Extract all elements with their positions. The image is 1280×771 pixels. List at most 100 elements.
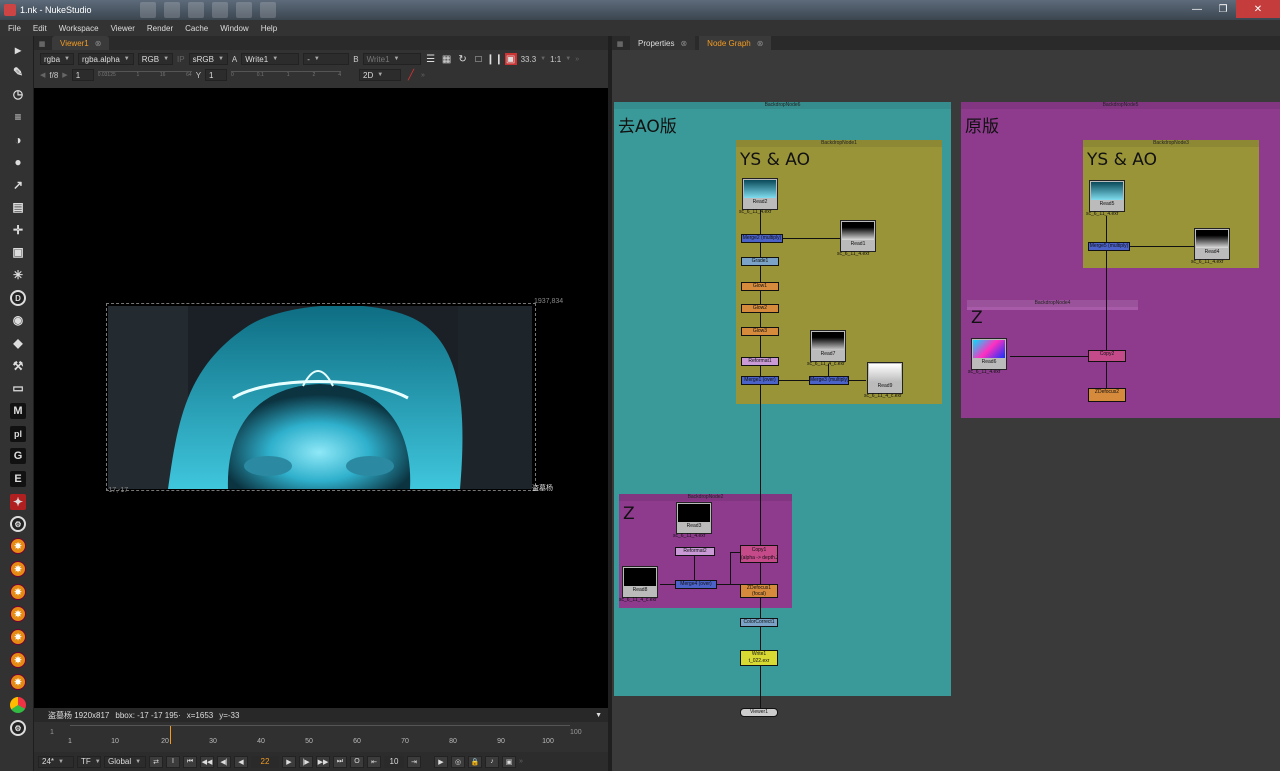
audio-icon[interactable]: ♪ bbox=[485, 755, 499, 768]
merge4-node[interactable]: Merge4 (over) bbox=[675, 580, 717, 589]
close-button[interactable]: ✕ bbox=[1236, 0, 1280, 18]
close-tab-icon[interactable]: ⊗ bbox=[680, 39, 687, 48]
plugin-orange-icon[interactable]: ✵ bbox=[10, 561, 26, 577]
wipe-mode-dropdown[interactable]: - ▼ bbox=[303, 53, 350, 65]
range-dropdown[interactable]: Global ▼ bbox=[104, 755, 146, 768]
metadata-icon[interactable]: ◆ bbox=[10, 335, 26, 351]
read2-node[interactable]: Read2 sc_6_11_4.exr bbox=[739, 178, 778, 215]
triangle-left-icon[interactable]: ◀ bbox=[40, 71, 45, 79]
read5-node[interactable]: Read5 sc_6_11_4.exr bbox=[1086, 180, 1125, 217]
close-tab-icon[interactable]: ⊗ bbox=[95, 39, 102, 48]
zoom-value[interactable]: 33.3 bbox=[521, 55, 537, 64]
skip-back-icon[interactable]: ⇤ bbox=[367, 755, 381, 768]
gamma-slider[interactable]: 0 0.1 1 2 4 bbox=[231, 71, 342, 79]
loop-icon[interactable]: ⇄ bbox=[149, 755, 163, 768]
read6-node[interactable]: Read6 sc_6_11_4.exr bbox=[968, 338, 1007, 375]
copy1-node[interactable]: Copy1 (alpha -> depth.Z) bbox=[740, 545, 778, 563]
read1-node[interactable]: Read1 sc_6_11_4.exr bbox=[837, 220, 876, 257]
read9-node[interactable]: Read9 sc_6_11_4_c.exr bbox=[864, 362, 903, 399]
color-wheel-icon[interactable] bbox=[10, 697, 26, 713]
expand-icon[interactable]: » bbox=[519, 758, 523, 765]
node-graph-canvas[interactable]: BackdropNode6 去AO版 BackdropNode1 YS & AO… bbox=[612, 50, 1280, 771]
color-icon[interactable]: ◑ bbox=[10, 132, 26, 148]
plugin-orange-icon[interactable]: ✵ bbox=[10, 584, 26, 600]
filter-icon[interactable]: ● bbox=[10, 154, 26, 170]
next-frame-icon[interactable]: |▶ bbox=[299, 755, 313, 768]
menu-window[interactable]: Window bbox=[220, 24, 248, 33]
current-frame-field[interactable]: 22 bbox=[251, 755, 279, 768]
glow1-node[interactable]: Glow1 bbox=[741, 282, 779, 291]
merge2-node[interactable]: Merge2 (multiply) bbox=[741, 234, 783, 243]
color-picker-icon[interactable]: ╱ bbox=[405, 69, 417, 81]
timeline-end[interactable]: 100 bbox=[570, 729, 582, 736]
refresh-icon[interactable]: ↻ bbox=[457, 53, 469, 65]
plugin-orange-icon[interactable]: ✵ bbox=[10, 606, 26, 622]
prev-frame-icon[interactable]: ◀| bbox=[217, 755, 231, 768]
keyer-icon[interactable]: ↗ bbox=[10, 177, 26, 193]
chevron-down-icon[interactable]: ▼ bbox=[565, 56, 571, 62]
read8-node[interactable]: Read8 sc_6_11_4_c.exr bbox=[619, 566, 658, 603]
copy2-node[interactable]: Copy2 bbox=[1088, 350, 1126, 362]
viewer-canvas[interactable]: 1937,834 -17,-17 盗墓杨 bbox=[34, 88, 608, 742]
menu-viewer[interactable]: Viewer bbox=[111, 24, 135, 33]
merge3-node[interactable]: Merge3 (multiply) bbox=[809, 376, 849, 385]
first-frame-icon[interactable]: ⏮ bbox=[183, 755, 197, 768]
g-plugin-icon[interactable]: G bbox=[10, 448, 26, 464]
timeline-ruler[interactable]: 1 10 20 30 40 50 60 70 80 90 100 bbox=[68, 725, 570, 745]
deep-icon[interactable]: D bbox=[10, 290, 26, 306]
expand-icon[interactable]: » bbox=[575, 56, 579, 63]
minimize-button[interactable]: — bbox=[1184, 0, 1210, 18]
zdefocus2-node[interactable]: ZDefocus2 bbox=[1088, 388, 1126, 402]
merge5-node[interactable]: Merge5 (multiply) bbox=[1088, 242, 1130, 251]
fstop-value[interactable]: f/8 bbox=[49, 71, 58, 80]
guide-icon[interactable]: □ bbox=[473, 53, 485, 65]
timeline-start[interactable]: 1 bbox=[50, 729, 54, 736]
plugin-orange-icon[interactable]: ✵ bbox=[10, 629, 26, 645]
record-icon[interactable]: ◎ bbox=[451, 755, 465, 768]
reformat1-node[interactable]: Reformat1 bbox=[741, 357, 779, 366]
3d-icon[interactable]: ▣ bbox=[10, 244, 26, 260]
m-plugin-icon[interactable]: M bbox=[10, 403, 26, 419]
step-field[interactable]: 10 bbox=[384, 755, 404, 768]
ratio-value[interactable]: 1:1 bbox=[550, 55, 561, 64]
views-icon[interactable]: ◉ bbox=[10, 312, 26, 328]
display-channel-dropdown[interactable]: RGB ▼ bbox=[137, 53, 174, 65]
last-frame-icon[interactable]: ⏭ bbox=[333, 755, 347, 768]
menu-workspace[interactable]: Workspace bbox=[59, 24, 99, 33]
proxy-icon[interactable]: ▣ bbox=[504, 53, 517, 65]
timeline[interactable]: 1 1 10 20 30 40 50 60 70 80 90 100 100 bbox=[34, 722, 608, 752]
pause-icon[interactable]: ❙❙ bbox=[486, 53, 503, 65]
out-point-icon[interactable]: O bbox=[350, 755, 364, 768]
pl-plugin-icon[interactable]: pl bbox=[10, 426, 26, 442]
read4-node[interactable]: Read4 sc_6_11_4.exr bbox=[1191, 228, 1230, 265]
viewer1-node[interactable]: Viewer1 bbox=[740, 708, 778, 717]
capture-icon[interactable]: ▣ bbox=[502, 755, 516, 768]
maximize-button[interactable]: ❐ bbox=[1210, 0, 1236, 18]
other-icon[interactable]: ▭ bbox=[10, 380, 26, 396]
flipbook-icon[interactable]: ▶ bbox=[434, 755, 448, 768]
next-keyframe-icon[interactable]: ▶▶ bbox=[316, 755, 330, 768]
a-input-dropdown[interactable]: Write1 ▼ bbox=[241, 53, 300, 65]
panel-menu-icon[interactable]: ▦ bbox=[36, 38, 48, 50]
play-backward-icon[interactable]: ◀ bbox=[234, 755, 248, 768]
glow3-node[interactable]: Glow3 bbox=[741, 327, 779, 336]
write1-node[interactable]: Write1 t_022.exr bbox=[740, 650, 778, 666]
draw-icon[interactable]: ✎ bbox=[10, 64, 26, 80]
menu-cache[interactable]: Cache bbox=[185, 24, 208, 33]
expand-icon[interactable]: » bbox=[421, 72, 425, 79]
grade1-node[interactable]: Grade1 bbox=[741, 257, 779, 266]
channels-dropdown[interactable]: rgba ▼ bbox=[40, 53, 74, 65]
select-tool-icon[interactable]: ▸ bbox=[10, 42, 26, 58]
gizmo-icon[interactable]: ⚙ bbox=[10, 516, 26, 532]
time-icon[interactable]: ◷ bbox=[10, 86, 26, 102]
tab-properties[interactable]: Properties ⊗ bbox=[630, 36, 696, 50]
toolsets-icon[interactable]: ⚒ bbox=[10, 358, 26, 374]
glow2-node[interactable]: Glow2 bbox=[741, 304, 779, 313]
read3-node[interactable]: Read3 sc_6_11_4.exr bbox=[673, 502, 712, 539]
transform-icon[interactable]: ✛ bbox=[10, 222, 26, 238]
tab-node-graph[interactable]: Node Graph ⊗ bbox=[699, 36, 772, 50]
zdefocus1-node[interactable]: ZDefocus1 (focal) bbox=[740, 584, 778, 598]
gamma-field[interactable]: 1 bbox=[205, 69, 228, 81]
panel-menu-icon[interactable]: ▦ bbox=[614, 38, 626, 50]
grid-icon[interactable]: ▦ bbox=[441, 53, 453, 65]
